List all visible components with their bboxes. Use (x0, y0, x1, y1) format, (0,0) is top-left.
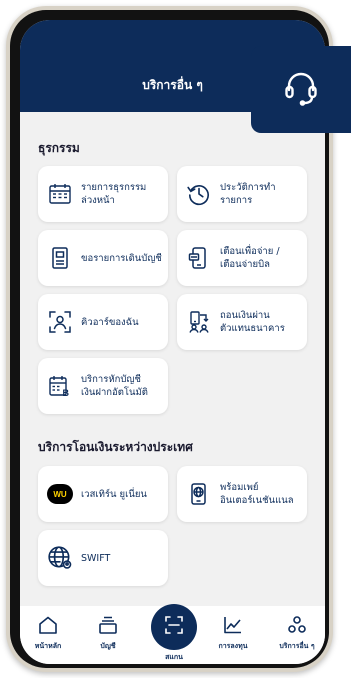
nav-home[interactable]: หน้าหลัก (23, 616, 73, 652)
card-label-line1: SWIFT (81, 552, 111, 564)
section-title-international: บริการโอนเงินระหว่างประเทศ (38, 440, 193, 454)
section-title-transactions: ธุรกรรม (38, 141, 80, 155)
western-union-logo-text: WU (47, 484, 73, 504)
card-label: ขอรายการเดินบัญชี (81, 252, 162, 265)
card-label: บริการหักบัญชี เงินฝากอัตโนมัติ (81, 373, 148, 399)
more-services-icon (287, 616, 307, 638)
card-label: ประวัติการทำ รายการ (220, 181, 276, 207)
card-label-line2: รายการ (220, 195, 253, 206)
card-label: SWIFT (81, 552, 110, 565)
promptpay-international-icon (186, 481, 212, 507)
services-content[interactable]: ธุรกรรม รายการธุรกรรม ล่วงหน้า ประวัติกา… (20, 112, 325, 612)
card-label: เตือนเพื่อจ่าย / เตือนจ่ายบิล (220, 245, 280, 271)
card-label-line1: พร้อมเพย์ (220, 482, 259, 493)
card-request-statement[interactable]: ขอรายการเดินบัญชี (38, 230, 168, 286)
card-label-line1: รายการธุรกรรม (81, 182, 147, 193)
card-promptpay-international[interactable]: พร้อมเพย์ อินเตอร์เนชันแนล (177, 466, 307, 522)
card-western-union[interactable]: WU เวสเทิร์น ยูเนี่ยน (38, 466, 168, 522)
card-label-line1: ถอนเงินผ่าน (220, 310, 270, 321)
calendar-icon (47, 181, 73, 207)
card-label: เวสเทิร์น ยูเนี่ยน (81, 488, 147, 501)
card-label: รายการธุรกรรม ล่วงหน้า (81, 181, 146, 207)
scan-icon (164, 615, 184, 639)
card-label-line1: เวสเทิร์น ยูเนี่ยน (81, 488, 147, 500)
card-label-line1: ขอรายการเดินบัญชี (81, 252, 162, 264)
chart-line-icon (223, 616, 243, 638)
card-swift[interactable]: SWIFT (38, 530, 168, 586)
card-label: ถอนเงินผ่าน ตัวแทนธนาคาร (220, 309, 285, 335)
history-clock-icon (186, 181, 212, 207)
card-label-line2: ตัวแทนธนาคาร (220, 323, 285, 334)
scan-label: สแกน (165, 653, 183, 661)
card-transaction-history[interactable]: ประวัติการทำ รายการ (177, 166, 307, 222)
headset-icon (281, 68, 321, 112)
auto-debit-icon: B (47, 373, 73, 399)
svg-text:B: B (63, 388, 70, 398)
statement-document-icon (47, 245, 73, 271)
western-union-logo: WU (47, 481, 73, 507)
card-payment-reminder[interactable]: เตือนเพื่อจ่าย / เตือนจ่ายบิล (177, 230, 307, 286)
customer-support-button[interactable] (251, 46, 351, 133)
nav-account[interactable]: บัญชี (83, 616, 133, 652)
card-label: คิวอาร์ของฉัน (81, 316, 139, 329)
card-scheduled-transactions[interactable]: รายการธุรกรรม ล่วงหน้า (38, 166, 168, 222)
globe-icon (47, 545, 73, 571)
nav-home-label: หน้าหลัก (34, 642, 62, 650)
card-label-line1: บริการหักบัญชี (81, 374, 141, 385)
card-bank-agent-withdraw[interactable]: ถอนเงินผ่าน ตัวแทนธนาคาร (177, 294, 307, 350)
card-my-qr[interactable]: คิวอาร์ของฉัน (38, 294, 168, 350)
card-auto-debit[interactable]: B บริการหักบัญชี เงินฝากอัตโนมัติ (38, 358, 168, 414)
card-label-line2: เงินฝากอัตโนมัติ (81, 387, 148, 398)
bank-agent-icon (186, 309, 212, 335)
home-icon (38, 616, 58, 638)
nav-invest-label: การลงทุน (218, 642, 248, 650)
card-label-line1: ประวัติการทำ (220, 182, 276, 193)
card-label-line2: เตือนจ่ายบิล (220, 259, 270, 270)
nav-more-services-label: บริการอื่น ๆ (279, 642, 315, 650)
scan-button[interactable] (151, 604, 197, 650)
nav-invest[interactable]: การลงทุน (208, 616, 258, 652)
card-label-line2: อินเตอร์เนชันแนล (220, 495, 294, 506)
nav-account-label: บัญชี (100, 642, 116, 650)
nav-more-services[interactable]: บริการอื่น ๆ (272, 616, 322, 652)
payment-reminder-icon (186, 245, 212, 271)
my-qr-icon (47, 309, 73, 335)
card-label-line2: ล่วงหน้า (81, 195, 115, 206)
card-label-line1: เตือนเพื่อจ่าย / (220, 246, 280, 257)
card-label-line1: คิวอาร์ของฉัน (81, 316, 139, 328)
card-label: พร้อมเพย์ อินเตอร์เนชันแนล (220, 481, 294, 507)
wallet-icon (98, 616, 118, 638)
